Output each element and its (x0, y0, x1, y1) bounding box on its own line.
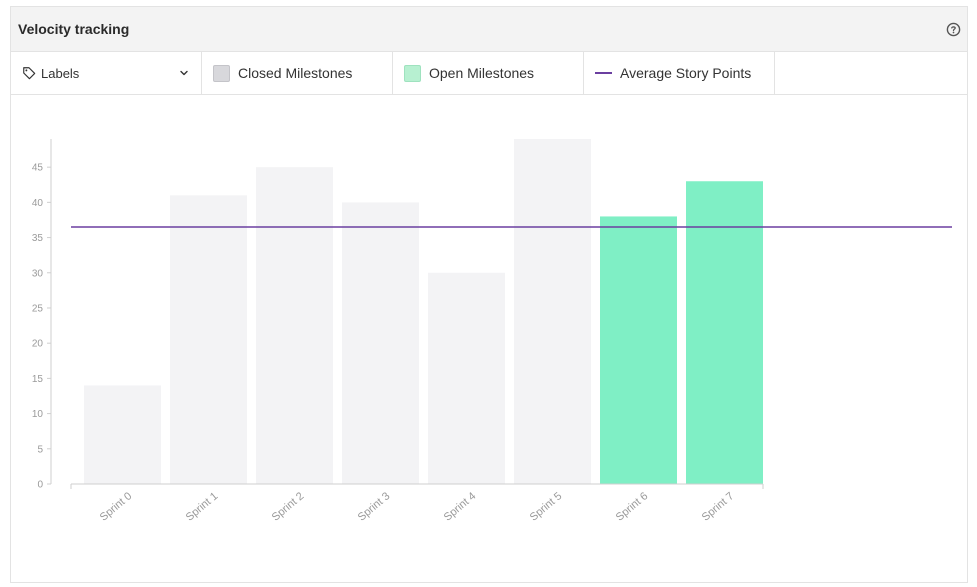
y-tick-label: 25 (32, 303, 44, 314)
legend-average-story-points[interactable]: Average Story Points (584, 52, 775, 94)
labels-dropdown-content: Labels (22, 66, 79, 81)
panel-title: Velocity tracking (18, 21, 130, 37)
tag-icon (23, 67, 36, 80)
panel-header: Velocity tracking (11, 7, 967, 52)
open-milestone-bar (600, 216, 677, 484)
x-tick-label: Sprint 6 (614, 490, 651, 524)
question-circle-icon[interactable] (945, 21, 961, 37)
closed-milestone-bar (514, 139, 591, 484)
legend-average-label: Average Story Points (620, 65, 752, 81)
closed-milestone-bar (342, 202, 419, 484)
velocity-chart: 0 5 10 15 20 25 30 35 40 45 Sprint 0 Sprint 1 Sprint… (32, 139, 952, 524)
y-tick-label: 40 (32, 198, 44, 209)
average-line-swatch (595, 72, 612, 74)
legend-bar: Labels Closed Milestones Open Milestones… (11, 52, 967, 95)
velocity-panel: Velocity tracking Labels Closed Mileston… (10, 6, 968, 583)
closed-swatch (213, 64, 230, 82)
x-tick-label: Sprint 2 (270, 490, 307, 524)
y-tick-label: 10 (32, 409, 44, 420)
y-tick-label: 45 (32, 163, 44, 174)
open-swatch (404, 64, 421, 82)
x-tick-label: Sprint 1 (184, 490, 221, 524)
legend-open-label: Open Milestones (429, 65, 535, 81)
y-tick-label: 35 (32, 233, 44, 244)
y-tick-label: 5 (37, 444, 43, 455)
x-tick-label: Sprint 7 (700, 490, 737, 524)
x-tick-label: Sprint 3 (356, 490, 393, 524)
y-tick-label: 30 (32, 268, 44, 279)
y-tick-label: 0 (37, 480, 43, 491)
y-tick-label: 20 (32, 339, 44, 350)
legend-closed-milestones[interactable]: Closed Milestones (202, 52, 393, 94)
chart-area: 0 5 10 15 20 25 30 35 40 45 Sprint 0 Sprint 1 Sprint… (11, 95, 967, 582)
closed-milestone-bar (84, 385, 161, 484)
legend-open-milestones[interactable]: Open Milestones (393, 52, 584, 94)
labels-dropdown-label: Labels (41, 65, 80, 81)
closed-milestone-bar (256, 167, 333, 484)
legend-closed-label: Closed Milestones (238, 65, 353, 81)
x-tick-label: Sprint 0 (98, 490, 135, 524)
labels-dropdown[interactable]: Labels (11, 52, 202, 94)
chevron-down-icon (180, 70, 188, 76)
closed-milestone-bar (170, 195, 247, 484)
x-tick-label: Sprint 4 (442, 490, 479, 524)
y-tick-label: 15 (32, 374, 44, 385)
x-tick-label: Sprint 5 (528, 490, 565, 524)
closed-milestone-bar (428, 272, 505, 484)
